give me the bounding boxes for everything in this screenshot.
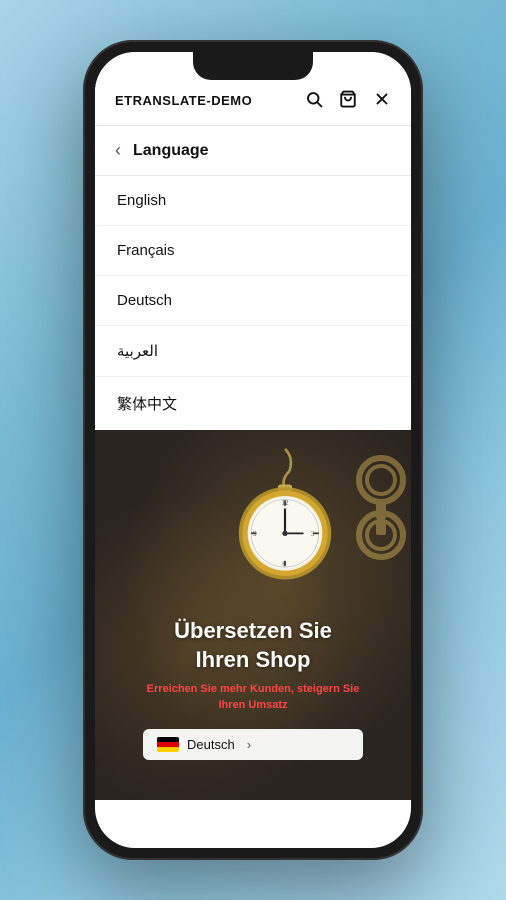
language-list: English Français Deutsch العربية 繁体中文 — [95, 176, 411, 430]
notch — [193, 52, 313, 80]
close-icon[interactable] — [373, 90, 391, 111]
handcuffs-illustration — [346, 450, 411, 575]
german-flag — [157, 737, 179, 752]
hero-text: Übersetzen Sie Ihren Shop Erreichen Sie … — [143, 617, 363, 760]
svg-text:9: 9 — [253, 530, 257, 538]
language-switcher[interactable]: Deutsch › — [143, 729, 363, 760]
language-item-english[interactable]: English — [95, 176, 411, 226]
language-item-chinese[interactable]: 繁体中文 — [95, 377, 411, 430]
language-heading: Language — [133, 142, 209, 160]
language-item-arabic[interactable]: العربية — [95, 326, 411, 377]
language-item-francais[interactable]: Français — [95, 226, 411, 276]
phone-frame: ETRANSLATE-DEMO — [83, 40, 423, 860]
svg-text:12: 12 — [281, 499, 289, 507]
header-icons — [305, 90, 391, 111]
search-icon[interactable] — [305, 90, 323, 111]
bag-icon[interactable] — [339, 90, 357, 111]
app-title: ETRANSLATE-DEMO — [115, 93, 252, 108]
language-nav: ‹ Language — [95, 126, 411, 176]
watch-illustration: 12 3 6 9 — [205, 440, 365, 600]
language-switcher-arrow: › — [247, 737, 251, 752]
hero-title: Übersetzen Sie Ihren Shop — [143, 617, 363, 674]
svg-text:3: 3 — [311, 530, 315, 538]
language-switcher-label: Deutsch — [187, 737, 235, 752]
back-button[interactable]: ‹ — [115, 140, 121, 161]
language-item-deutsch[interactable]: Deutsch — [95, 276, 411, 326]
svg-text:6: 6 — [282, 560, 286, 568]
hero-subtitle: Erreichen Sie mehr Kunden, steigern Sie … — [143, 682, 363, 713]
phone-screen: ETRANSLATE-DEMO — [95, 52, 411, 848]
hero-section: 12 3 6 9 Übers — [95, 430, 411, 800]
